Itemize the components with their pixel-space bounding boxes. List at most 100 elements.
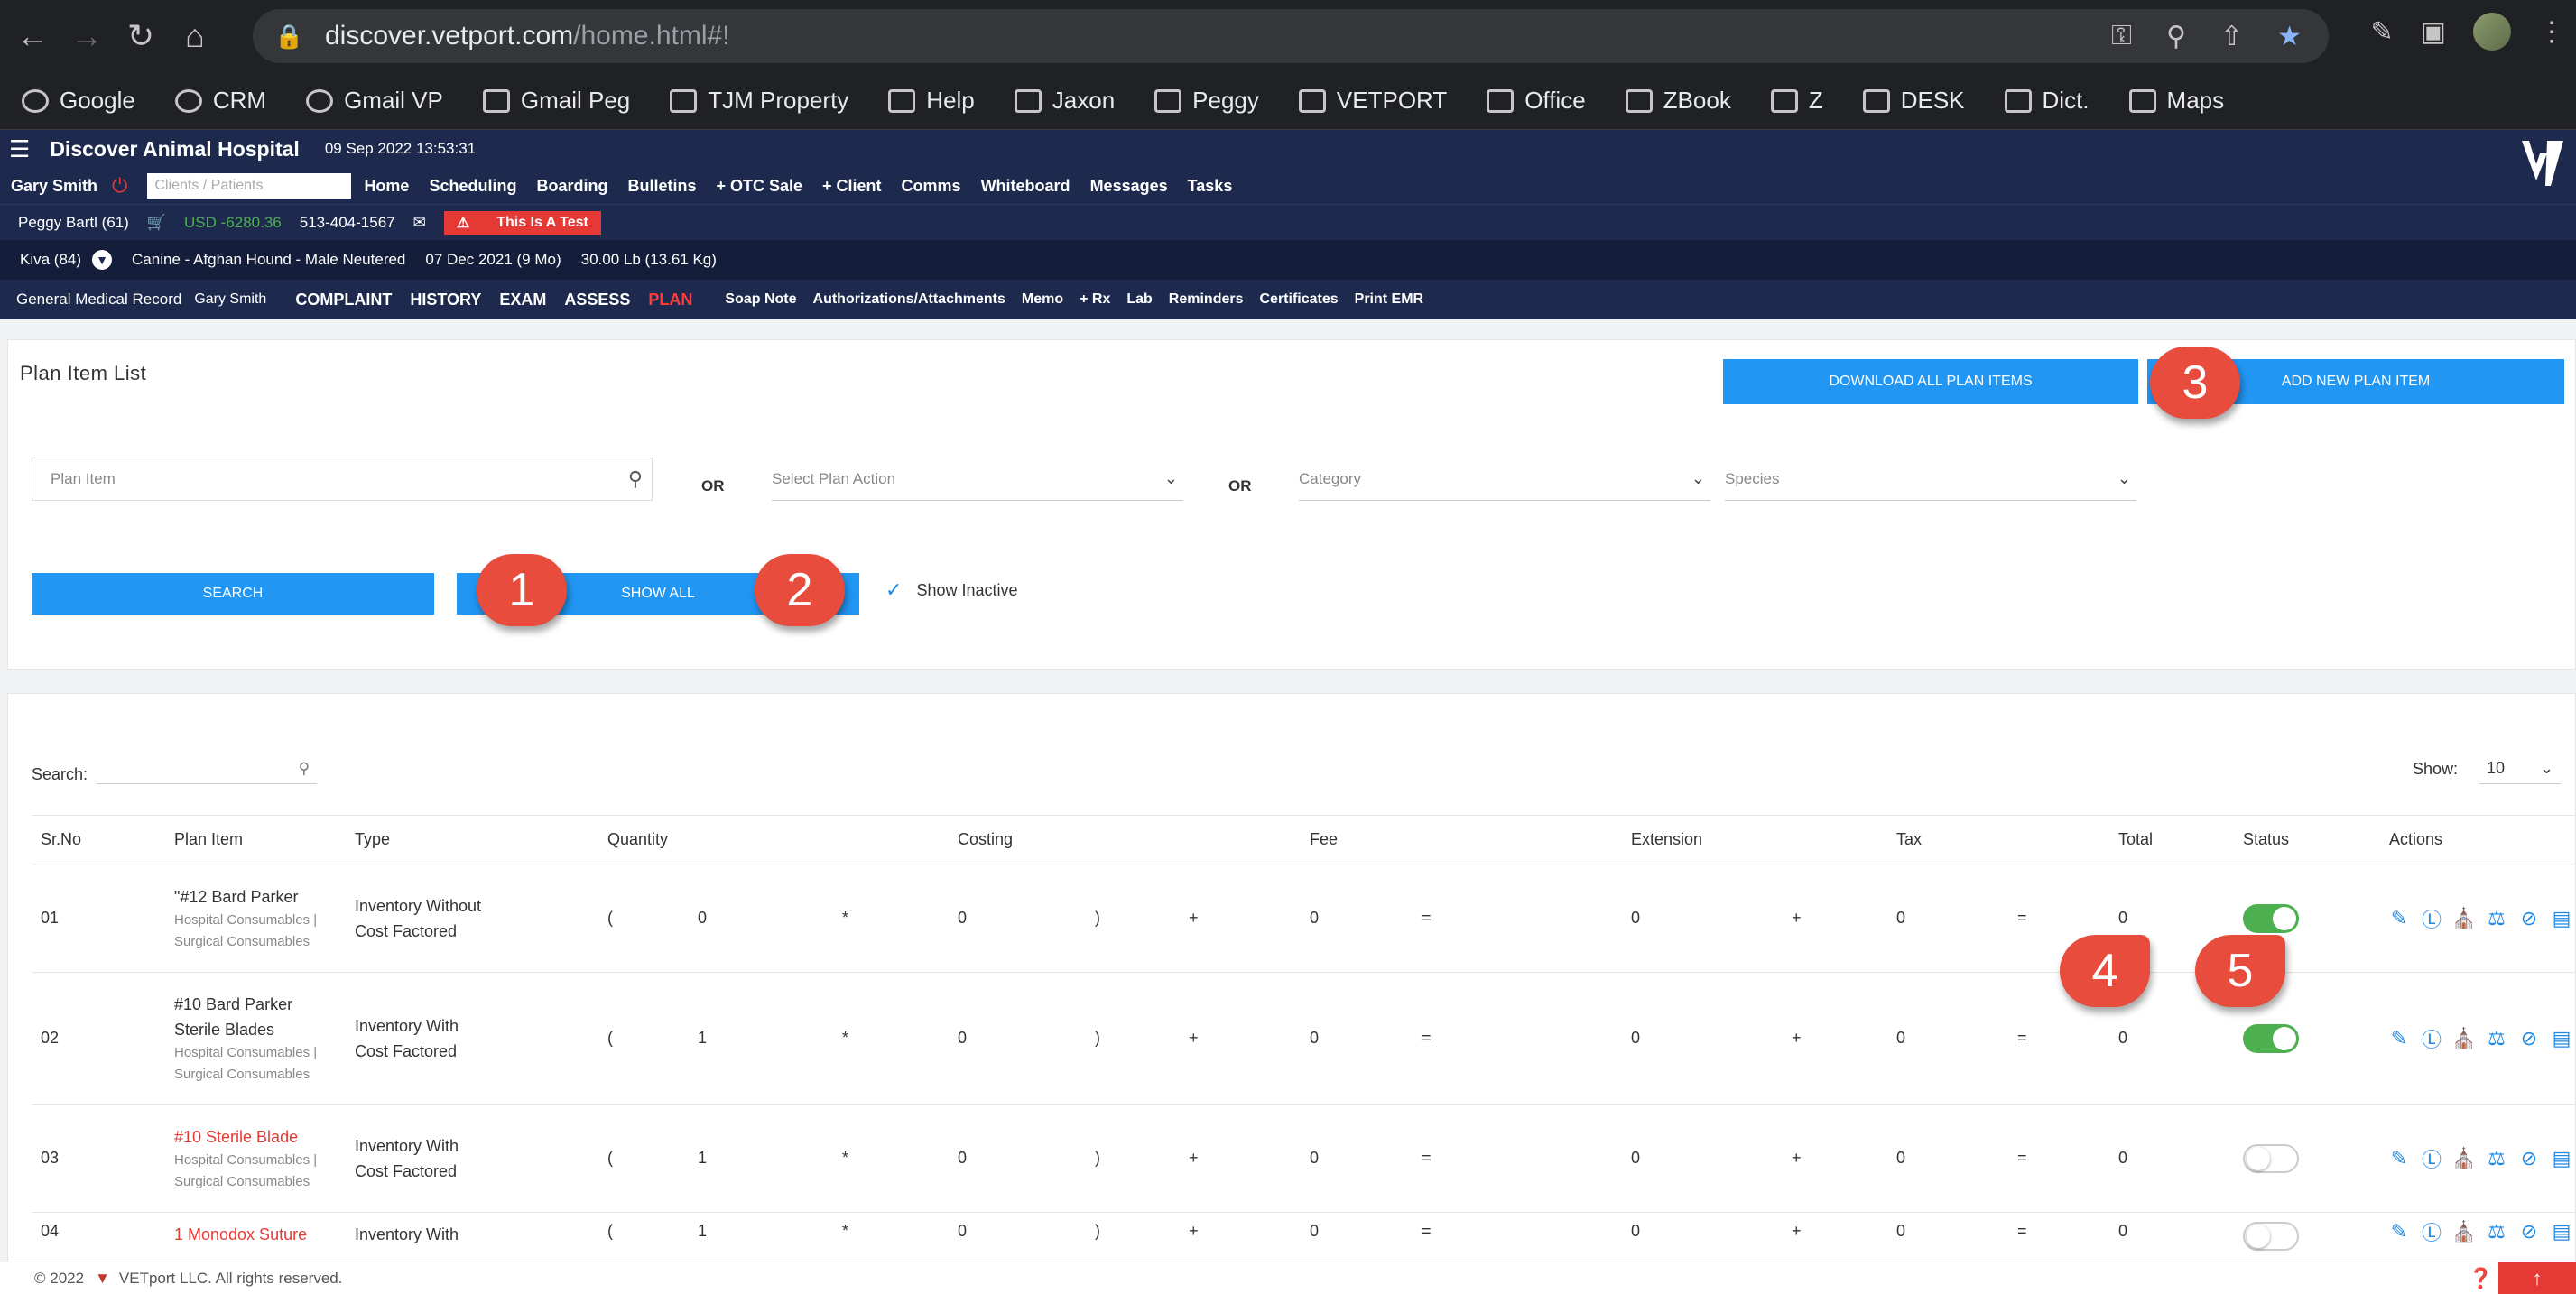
emr-link[interactable]: Reminders	[1169, 291, 1244, 308]
bank-icon[interactable]: ⛪	[2451, 907, 2476, 929]
nav-item[interactable]: Scheduling	[429, 177, 516, 196]
emr-tab[interactable]: HISTORY	[410, 291, 481, 310]
emr-link[interactable]: Print EMR	[1355, 291, 1423, 308]
percent-icon[interactable]: ⊘	[2519, 1147, 2539, 1169]
bookmark-item[interactable]: Google	[22, 87, 135, 115]
scroll-top-icon[interactable]: ↑	[2498, 1262, 2576, 1294]
table-search-input[interactable]: ⚲	[97, 753, 318, 784]
bookmark-item[interactable]: Jaxon	[1014, 87, 1115, 115]
bookmark-item[interactable]: Dict.	[2004, 87, 2090, 115]
search-button[interactable]: SEARCH	[32, 573, 434, 615]
emr-link[interactable]: Memo	[1022, 291, 1063, 308]
edit-icon[interactable]: ✎	[2389, 1027, 2409, 1049]
dollar-icon[interactable]: Ⓛ	[2422, 1222, 2442, 1244]
edit-icon[interactable]: ✎	[2389, 1147, 2409, 1169]
nav-item[interactable]: + OTC Sale	[716, 177, 802, 196]
nav-item[interactable]: Boarding	[536, 177, 607, 196]
reload-icon[interactable]: ↻	[119, 14, 162, 58]
client-search-input[interactable]	[147, 173, 352, 199]
percent-icon[interactable]: ⊘	[2519, 1220, 2539, 1243]
nav-item[interactable]: Bulletins	[627, 177, 696, 196]
key-icon[interactable]: ⚿	[2111, 21, 2132, 52]
bookmark-item[interactable]: ZBook	[1625, 87, 1731, 115]
help-icon[interactable]: ❓	[2469, 1267, 2493, 1290]
back-icon[interactable]: ←	[11, 14, 54, 58]
status-toggle[interactable]	[2243, 1143, 2299, 1173]
mail-icon[interactable]: ✉	[413, 214, 426, 232]
emr-link[interactable]: Authorizations/Attachments	[813, 291, 1005, 308]
scale-icon[interactable]: ⚖	[2487, 1027, 2507, 1049]
bookmark-item[interactable]: TJM Property	[670, 87, 848, 115]
bookmark-item[interactable]: CRM	[174, 87, 266, 115]
scale-icon[interactable]: ⚖	[2487, 907, 2507, 929]
bookmark-item[interactable]: Office	[1487, 87, 1586, 115]
emr-tab[interactable]: ASSESS	[564, 291, 630, 310]
emr-link[interactable]: Certificates	[1260, 291, 1339, 308]
cart-icon[interactable]: 🛒	[147, 214, 166, 232]
nav-item[interactable]: Whiteboard	[981, 177, 1070, 196]
client-alert[interactable]: ⚠ This Is A Test	[443, 210, 601, 235]
extensions-icon[interactable]: ✎	[2371, 16, 2394, 48]
plan-item-input[interactable]: Plan Item ⚲	[32, 458, 653, 501]
bank-icon[interactable]: ⛪	[2451, 1027, 2476, 1049]
emr-tab[interactable]: EXAM	[499, 291, 546, 310]
client-name[interactable]: Peggy Bartl (61)	[18, 214, 129, 232]
nav-item[interactable]: Comms	[902, 177, 961, 196]
download-all-button[interactable]: DOWNLOAD ALL PLAN ITEMS	[1723, 359, 2138, 404]
emr-tab[interactable]: PLAN	[648, 291, 692, 310]
document-icon[interactable]: ▤	[2552, 1220, 2571, 1243]
dollar-icon[interactable]: Ⓛ	[2422, 1149, 2442, 1171]
nav-item[interactable]: Tasks	[1188, 177, 1233, 196]
chevron-down-icon[interactable]: ▼	[92, 250, 113, 270]
plan-item-name[interactable]: #10 Bard Parker	[174, 992, 346, 1017]
bookmark-item[interactable]: Gmail VP	[306, 87, 443, 115]
scale-icon[interactable]: ⚖	[2487, 1147, 2507, 1169]
plan-item-name[interactable]: Sterile Blades	[174, 1017, 346, 1042]
scale-icon[interactable]: ⚖	[2487, 1220, 2507, 1243]
edit-icon[interactable]: ✎	[2389, 1220, 2409, 1243]
emr-link[interactable]: Soap Note	[725, 291, 796, 308]
plan-action-select[interactable]: Select Plan Action ⌄	[772, 458, 1183, 501]
emr-link[interactable]: Lab	[1126, 291, 1152, 308]
document-icon[interactable]: ▤	[2552, 1027, 2571, 1049]
bookmark-star-icon[interactable]: ★	[2277, 21, 2302, 52]
edit-icon[interactable]: ✎	[2389, 907, 2409, 929]
power-icon[interactable]: ⏻	[112, 174, 127, 198]
percent-icon[interactable]: ⊘	[2519, 907, 2539, 929]
bookmark-item[interactable]: Maps	[2128, 87, 2224, 115]
dollar-icon[interactable]: Ⓛ	[2422, 1029, 2442, 1051]
document-icon[interactable]: ▤	[2552, 907, 2571, 929]
nav-item[interactable]: Home	[364, 177, 409, 196]
percent-icon[interactable]: ⊘	[2519, 1027, 2539, 1049]
bookmark-item[interactable]: DESK	[1862, 87, 1965, 115]
forward-icon[interactable]: →	[65, 14, 108, 58]
bank-icon[interactable]: ⛪	[2451, 1147, 2476, 1169]
patient-name[interactable]: Kiva (84)	[20, 251, 81, 269]
emr-tab[interactable]: COMPLAINT	[295, 291, 392, 310]
hamburger-icon[interactable]: ☰	[9, 135, 30, 163]
home-icon[interactable]: ⌂	[173, 14, 217, 58]
show-inactive-checkbox[interactable]: ✓ Show Inactive	[885, 578, 1018, 602]
bookmark-item[interactable]: Gmail Peg	[482, 87, 630, 115]
bookmark-item[interactable]: Z	[1770, 87, 1823, 115]
nav-item[interactable]: Messages	[1090, 177, 1168, 196]
bookmark-item[interactable]: Peggy	[1154, 87, 1259, 115]
emr-link[interactable]: + Rx	[1080, 291, 1110, 308]
bookmark-item[interactable]: VETPORT	[1298, 87, 1447, 115]
nav-item[interactable]: + Client	[822, 177, 882, 196]
address-bar[interactable]: 🔒 discover.vetport.com/home.html#! ⚿ ⚲ ⇧…	[253, 9, 2329, 63]
page-size-select[interactable]: 10 ⌄	[2479, 753, 2561, 784]
status-toggle[interactable]	[2243, 1222, 2299, 1251]
species-select[interactable]: Species ⌄	[1725, 458, 2136, 501]
sidepanel-icon[interactable]: ▣	[2421, 16, 2446, 48]
category-select[interactable]: Category ⌄	[1299, 458, 1710, 501]
bank-icon[interactable]: ⛪	[2451, 1220, 2476, 1243]
status-toggle[interactable]	[2243, 903, 2299, 933]
plan-item-name[interactable]: 1 Monodox Suture	[174, 1222, 346, 1247]
profile-avatar[interactable]	[2473, 13, 2511, 51]
plan-item-name[interactable]: "#12 Bard Parker	[174, 884, 346, 910]
dollar-icon[interactable]: Ⓛ	[2422, 909, 2442, 931]
share-icon[interactable]: ⇧	[2220, 21, 2243, 52]
plan-item-name[interactable]: #10 Sterile Blade	[174, 1124, 346, 1150]
menu-icon[interactable]: ⋮	[2538, 16, 2565, 48]
